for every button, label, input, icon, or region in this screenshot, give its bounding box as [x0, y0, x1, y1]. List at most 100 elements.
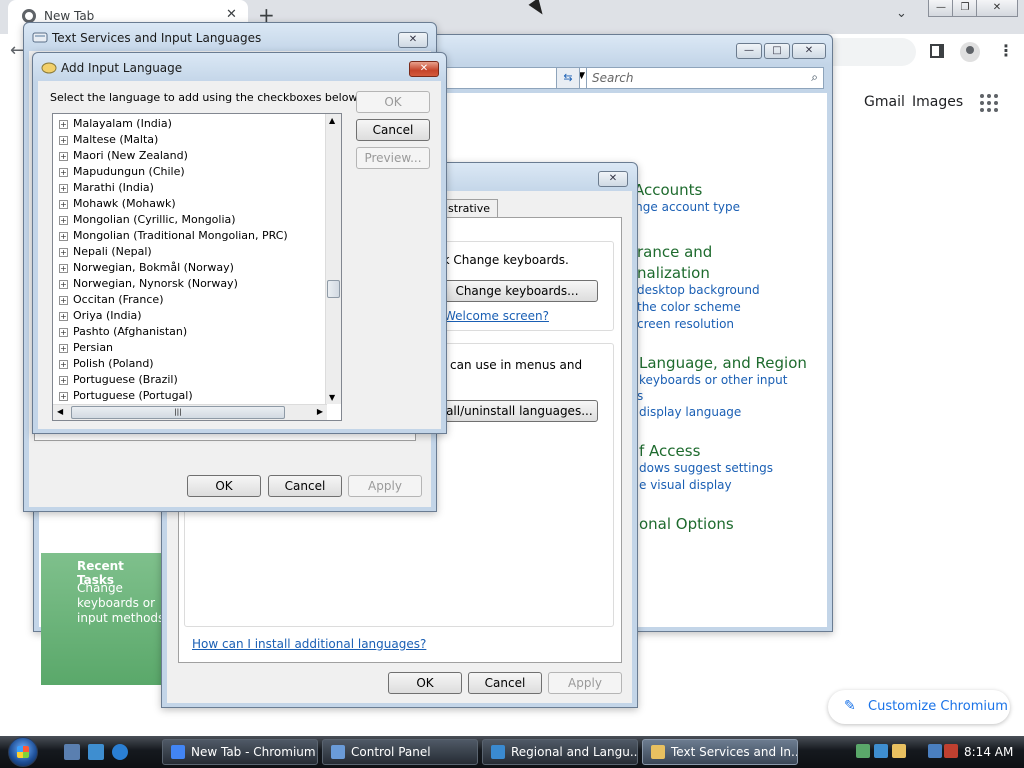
language-tree-item[interactable]: + Oriya (India) — [59, 309, 142, 325]
additional-options-heading[interactable]: onal Options — [639, 515, 734, 533]
customize-chromium-button[interactable]: ✎ Customize Chromium — [828, 690, 1010, 724]
appearance-heading-2[interactable]: nalization — [637, 264, 710, 282]
language-tree-item[interactable]: + Mapudungun (Chile) — [59, 165, 185, 181]
gmail-link[interactable]: Gmail — [864, 94, 905, 110]
expand-plus-icon[interactable]: + — [59, 136, 68, 145]
expand-plus-icon[interactable]: + — [59, 248, 68, 257]
taskbar-button[interactable]: New Tab - Chromium — [162, 739, 318, 765]
expand-plus-icon[interactable]: + — [59, 296, 68, 305]
region-link[interactable]: keyboards or other input — [639, 373, 787, 387]
restore-button[interactable]: ❐ — [952, 0, 978, 17]
regional-close-button[interactable]: ✕ — [598, 171, 628, 187]
tray-keyboard-icon[interactable] — [892, 744, 906, 758]
language-tree-item[interactable]: + Marathi (India) — [59, 181, 154, 197]
scroll-up-arrow-icon[interactable]: ▲ — [329, 116, 335, 125]
add-language-preview-button[interactable]: Preview... — [356, 147, 430, 169]
horizontal-scroll-thumb[interactable]: ||| — [71, 406, 285, 419]
profile-icon[interactable] — [960, 42, 980, 62]
vertical-scrollbar[interactable]: ▲ ▼ — [325, 114, 341, 404]
region-link[interactable]: display language — [639, 405, 741, 419]
vertical-scroll-thumb[interactable] — [327, 280, 340, 298]
taskbar-clock[interactable]: 8:14 AM — [964, 745, 1013, 759]
appearance-link[interactable]: the color scheme — [637, 300, 741, 314]
appearance-heading[interactable]: rance and — [637, 243, 712, 261]
language-tree-item[interactable]: + Persian — [59, 341, 113, 357]
clock-language-region-heading[interactable]: Language, and Region — [639, 354, 807, 372]
language-tree-item[interactable]: + Mongolian (Traditional Mongolian, PRC) — [59, 229, 288, 245]
horizontal-scrollbar[interactable]: ◀ ||| ▶ — [53, 404, 327, 420]
language-tree-item[interactable]: + Norwegian, Nynorsk (Norway) — [59, 277, 238, 293]
search-icon[interactable]: ⌕ — [811, 70, 818, 85]
language-tree-item[interactable]: + Norwegian, Bokmål (Norway) — [59, 261, 234, 277]
ease-link[interactable]: dows suggest settings — [639, 461, 773, 475]
menu-dots-icon[interactable]: ⋮ — [998, 41, 1014, 60]
change-keyboards-button[interactable]: Change keyboards... — [436, 280, 598, 302]
tray-display-icon[interactable] — [928, 744, 942, 758]
expand-plus-icon[interactable]: + — [59, 328, 68, 337]
language-tree-item[interactable]: + Occitan (France) — [59, 293, 164, 309]
add-language-cancel-button[interactable]: Cancel — [356, 119, 430, 141]
install-help-link[interactable]: How can I install additional languages? — [192, 637, 426, 651]
language-tree-item[interactable]: + Maltese (Malta) — [59, 133, 158, 149]
language-tree[interactable]: + Malayalam (India) + Maltese (Malta) + Maori… — [52, 113, 342, 421]
language-tree-item[interactable]: + Mongolian (Cyrillic, Mongolia) — [59, 213, 236, 229]
start-button[interactable] — [8, 737, 38, 767]
google-apps-icon[interactable] — [980, 94, 1000, 112]
cp-minimize-button[interactable]: — — [736, 43, 762, 59]
regional-cancel-button[interactable]: Cancel — [468, 672, 542, 694]
minimize-button[interactable]: — — [928, 0, 954, 17]
tray-volume-muted-icon[interactable] — [944, 744, 958, 758]
text-services-close-button[interactable]: ✕ — [398, 32, 428, 48]
language-tree-item[interactable]: + Maori (New Zealand) — [59, 149, 188, 165]
expand-plus-icon[interactable]: + — [59, 280, 68, 289]
cp-close-button[interactable]: ✕ — [792, 43, 826, 59]
ts-apply-button[interactable]: Apply — [348, 475, 422, 497]
taskbar-button[interactable]: Control Panel — [322, 739, 478, 765]
ease-link[interactable]: e visual display — [639, 478, 732, 492]
language-tree-item[interactable]: + Malayalam (India) — [59, 117, 172, 133]
recent-task-link[interactable]: input methods — [77, 611, 165, 626]
ts-ok-button[interactable]: OK — [187, 475, 261, 497]
side-panel-icon[interactable] — [930, 44, 944, 58]
refresh-icon[interactable]: ⇆ — [556, 67, 580, 89]
browser-close-button[interactable]: ✕ — [976, 0, 1018, 17]
install-languages-button[interactable]: tall/uninstall languages... — [436, 400, 598, 422]
regional-apply-button[interactable]: Apply — [548, 672, 622, 694]
add-language-ok-button[interactable]: OK — [356, 91, 430, 113]
expand-plus-icon[interactable]: + — [59, 120, 68, 129]
tab-search-chevron-icon[interactable]: ⌄ — [896, 6, 907, 21]
expand-plus-icon[interactable]: + — [59, 184, 68, 193]
expand-plus-icon[interactable]: + — [59, 216, 68, 225]
expand-plus-icon[interactable]: + — [59, 200, 68, 209]
appearance-link[interactable]: desktop background — [637, 283, 760, 297]
expand-plus-icon[interactable]: + — [59, 152, 68, 161]
language-tree-item[interactable]: + Portuguese (Brazil) — [59, 373, 178, 389]
taskbar-button[interactable]: Regional and Langu... — [482, 739, 638, 765]
add-language-close-button[interactable]: ✕ — [409, 61, 439, 77]
scroll-down-arrow-icon[interactable]: ▼ — [329, 393, 335, 402]
cp-search-input[interactable]: Search ⌕ — [586, 67, 824, 89]
expand-plus-icon[interactable]: + — [59, 232, 68, 241]
recent-task-link[interactable]: Change keyboards or — [77, 581, 165, 611]
scroll-right-arrow-icon[interactable]: ▶ — [317, 407, 323, 416]
internet-explorer-icon[interactable] — [112, 744, 128, 760]
appearance-link[interactable]: creen resolution — [637, 317, 734, 331]
cp-maximize-button[interactable]: □ — [764, 43, 790, 59]
tab-close-icon[interactable]: ✕ — [226, 7, 237, 22]
ease-of-access-heading[interactable]: f Access — [639, 442, 700, 460]
language-tree-item[interactable]: + Pashto (Afghanistan) — [59, 325, 187, 341]
expand-plus-icon[interactable]: + — [59, 344, 68, 353]
taskbar-button[interactable]: Text Services and In... — [642, 739, 798, 765]
language-tree-item[interactable]: + Polish (Poland) — [59, 357, 154, 373]
expand-plus-icon[interactable]: + — [59, 312, 68, 321]
show-desktop-icon[interactable] — [64, 744, 80, 760]
language-tree-item[interactable]: + Mohawk (Mohawk) — [59, 197, 176, 213]
welcome-screen-link[interactable]: Welcome screen? — [444, 309, 549, 323]
expand-plus-icon[interactable]: + — [59, 392, 68, 401]
tray-network-icon[interactable] — [856, 744, 870, 758]
scroll-left-arrow-icon[interactable]: ◀ — [57, 407, 63, 416]
switch-windows-icon[interactable] — [88, 744, 104, 760]
expand-plus-icon[interactable]: + — [59, 360, 68, 369]
language-tree-item[interactable]: + Portuguese (Portugal) — [59, 389, 193, 405]
expand-plus-icon[interactable]: + — [59, 376, 68, 385]
